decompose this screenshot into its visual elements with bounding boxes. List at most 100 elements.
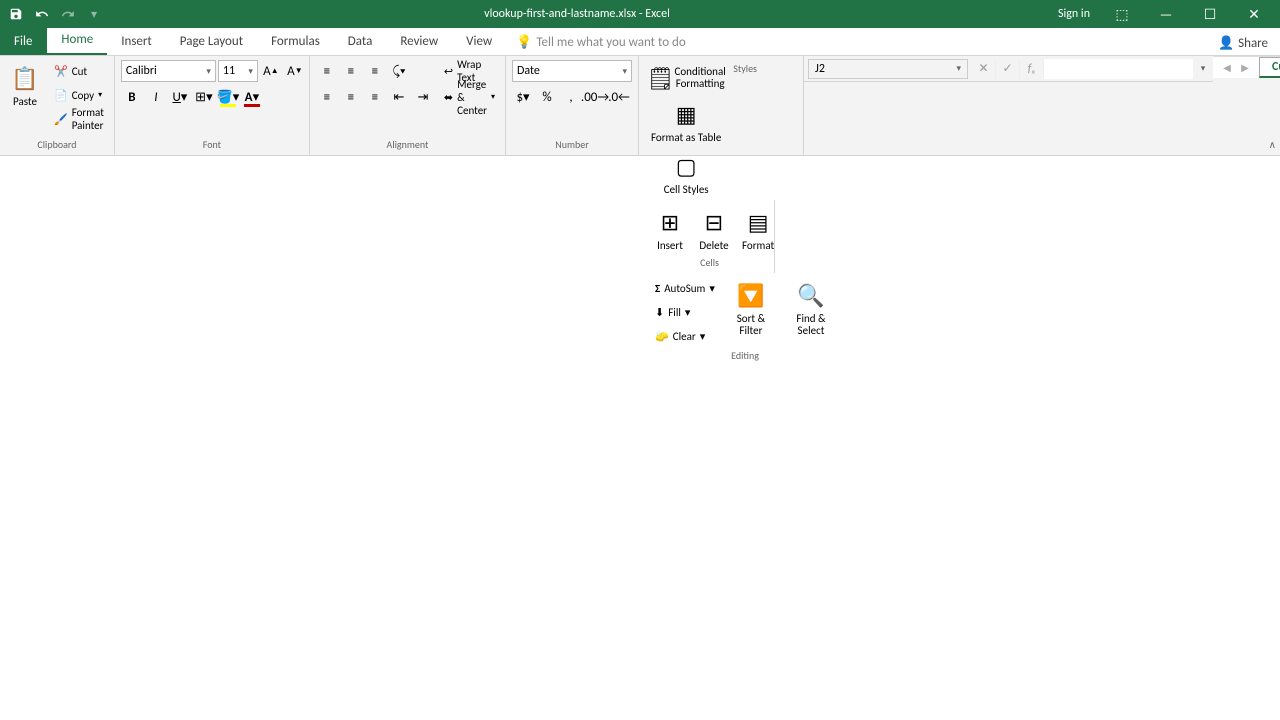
sheet-next-button[interactable]: ▶ [1237, 61, 1253, 74]
cell-styles-button[interactable]: ▢Cell Styles [661, 148, 712, 198]
close-button[interactable]: ✕ [1232, 0, 1276, 28]
format-icon: ▤ [742, 206, 774, 238]
number-format-combo[interactable]: Date▾ [512, 60, 632, 82]
orientation-button[interactable]: ⤹▾ [388, 60, 410, 82]
insert-function-button[interactable]: fₓ [1020, 59, 1044, 79]
format-painter-button[interactable]: 🖌️Format Painter [50, 108, 108, 130]
merge-center-button[interactable]: ⬌Merge & Center▾ [440, 86, 499, 108]
lightbulb-icon: 💡 [516, 35, 532, 50]
sheet-prev-button[interactable]: ◀ [1219, 61, 1235, 74]
align-left-button[interactable]: ≡ [316, 86, 338, 108]
editing-group: ΣAutoSum▾ ⬇Fill▾ 🧽Clear▾ 🔽Sort & Filter … [645, 273, 845, 366]
italic-button[interactable]: I [145, 86, 167, 108]
titlebar: ▾ vlookup-first-and-lastname.xlsx - Exce… [0, 0, 1280, 28]
insert-tab[interactable]: Insert [107, 28, 166, 55]
expand-formula-bar-button[interactable]: ▾ [1193, 63, 1213, 74]
fill-label: Fill [668, 306, 681, 319]
data-tab[interactable]: Data [334, 28, 387, 55]
accounting-format-button[interactable]: $▾ [512, 86, 534, 108]
cancel-formula-button[interactable]: ✕ [972, 59, 996, 79]
number-format-value: Date [517, 64, 540, 78]
share-button[interactable]: 👤 Share [1206, 32, 1280, 55]
increase-indent-button[interactable]: ⇥ [412, 86, 434, 108]
cells-group: ⊞Insert ⊟Delete ▤Format Cells [645, 200, 775, 273]
percent-format-button[interactable]: % [536, 86, 558, 108]
decrease-indent-button[interactable]: ⇤ [388, 86, 410, 108]
redo-button[interactable] [56, 2, 80, 26]
increase-font-button[interactable]: A▲ [260, 60, 282, 82]
find-select-label: Find & Select [786, 313, 836, 337]
undo-button[interactable] [30, 2, 54, 26]
align-right-button[interactable]: ≡ [364, 86, 386, 108]
decrease-font-button[interactable]: A▼ [284, 60, 306, 82]
autosum-button[interactable]: ΣAutoSum▾ [651, 277, 719, 299]
borders-button[interactable]: ⊞▾ [193, 86, 215, 108]
file-tab[interactable]: File [0, 28, 47, 55]
align-middle-button[interactable]: ≡ [340, 60, 362, 82]
clipboard-icon: 📋 [9, 62, 41, 94]
number-group-label: Number [512, 136, 632, 151]
home-tab[interactable]: Home [47, 26, 107, 55]
qa-customize-button[interactable]: ▾ [82, 2, 106, 26]
formula-input[interactable] [1044, 59, 1193, 79]
paste-button[interactable]: 📋 Paste [6, 60, 44, 110]
copy-icon: 📄 [54, 89, 68, 102]
comma-format-button[interactable]: , [560, 86, 582, 108]
alignment-group-label: Alignment [316, 136, 499, 151]
name-box[interactable]: J2▾ [808, 59, 968, 79]
wrap-icon: ↩ [444, 65, 453, 78]
sign-in-button[interactable]: Sign in [1048, 7, 1100, 21]
conditional-formatting-button[interactable]: 🗒Conditional Formatting ▦Format as Table… [645, 60, 727, 200]
save-button[interactable] [4, 2, 28, 26]
fill-button[interactable]: ⬇Fill▾ [651, 301, 719, 323]
view-tab[interactable]: View [452, 28, 506, 55]
find-select-button[interactable]: 🔍Find & Select [783, 277, 839, 339]
collapse-ribbon-button[interactable]: ∧ [1269, 138, 1276, 151]
chevron-down-icon: ▾ [98, 90, 102, 100]
share-icon: 👤 [1218, 36, 1234, 51]
align-center-button[interactable]: ≡ [340, 86, 362, 108]
copy-button[interactable]: 📄Copy▾ [50, 84, 108, 106]
clipboard-group-label: Clipboard [6, 136, 108, 151]
font-color-button[interactable]: A▾ [241, 86, 263, 108]
delete-icon: ⊟ [698, 206, 730, 238]
cell-styles-label: Cell Styles [664, 184, 709, 196]
paint-bucket-icon: 🪣 [217, 90, 233, 105]
align-top-button[interactable]: ≡ [316, 60, 338, 82]
cells-group-label: Cells [651, 254, 768, 269]
quick-access-toolbar: ▾ [4, 2, 106, 26]
alignment-group: ≡ ≡ ≡ ⤹▾ ≡ ≡ ≡ ⇤ ⇥ ↩Wrap Text ⬌Merge & C… [310, 56, 506, 155]
formulas-tab[interactable]: Formulas [257, 28, 334, 55]
conditional-formatting-label: Conditional Formatting [675, 66, 726, 90]
page-layout-tab[interactable]: Page Layout [166, 28, 257, 55]
underline-button[interactable]: U▾ [169, 86, 191, 108]
insert-cells-button[interactable]: ⊞Insert [651, 204, 689, 254]
tell-me-search[interactable]: 💡 Tell me what you want to do [506, 30, 696, 55]
decrease-decimal-button[interactable]: .0← [608, 86, 630, 108]
ribbon-tabs: File Home Insert Page Layout Formulas Da… [0, 28, 1280, 56]
name-box-value: J2 [815, 62, 825, 76]
clear-button[interactable]: 🧽Clear▾ [651, 325, 719, 347]
maximize-button[interactable]: ☐ [1188, 0, 1232, 28]
cut-button[interactable]: ✂️Cut [50, 60, 108, 82]
sort-filter-label: Sort & Filter [728, 313, 774, 337]
sheet-tab-customers[interactable]: Customers [1259, 57, 1280, 78]
font-size-combo[interactable]: 11▾ [218, 60, 258, 82]
eraser-icon: 🧽 [655, 330, 669, 343]
align-bottom-button[interactable]: ≡ [364, 60, 386, 82]
minimize-button[interactable]: — [1144, 0, 1188, 28]
font-name-combo[interactable]: Calibri▾ [121, 60, 216, 82]
bold-button[interactable]: B [121, 86, 143, 108]
enter-formula-button[interactable]: ✓ [996, 59, 1020, 79]
ribbon-display-options-button[interactable]: ⬚ [1100, 0, 1144, 28]
sort-icon: 🔽 [735, 279, 767, 311]
format-cells-button[interactable]: ▤Format [739, 204, 777, 254]
increase-decimal-button[interactable]: .00→ [584, 86, 606, 108]
cond-format-icon: 🗒Conditional Formatting [670, 62, 702, 94]
review-tab[interactable]: Review [386, 28, 452, 55]
format-as-table-button[interactable]: ▦Format as Table [648, 96, 724, 146]
autosum-label: AutoSum [664, 282, 705, 295]
delete-cells-button[interactable]: ⊟Delete [695, 204, 733, 254]
sort-filter-button[interactable]: 🔽Sort & Filter [725, 277, 777, 339]
fill-color-button[interactable]: 🪣▾ [217, 86, 239, 108]
